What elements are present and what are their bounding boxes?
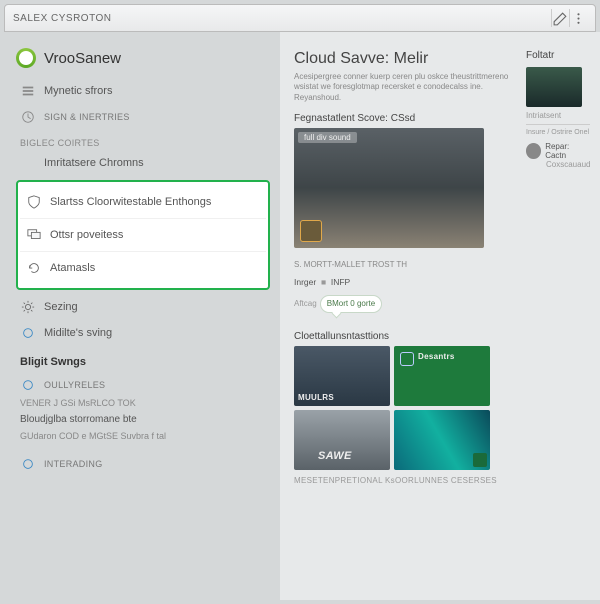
- lock-icon: [400, 352, 414, 366]
- sidebar-item-oully[interactable]: OULLYRELES: [16, 372, 270, 398]
- sidebar-item-label: OULLYRELES: [44, 380, 105, 390]
- refresh-icon: [26, 260, 42, 276]
- cloud-bubble[interactable]: BMort 0 gorte: [320, 295, 382, 313]
- attach-row: Aftcag BMort 0 gorte: [294, 291, 520, 313]
- sidebar-item-mynetic[interactable]: Mynetic sfrors: [16, 78, 270, 104]
- footer-line: VENER J GSi MsRLCO TOK: [20, 398, 266, 408]
- sidebar-item-label: Slartss Cloorwitestable Enthongs: [50, 196, 211, 208]
- sidebar-item-label: Sezing: [44, 301, 78, 313]
- subheading: Fegnastatlent Scove: CSsd: [294, 113, 520, 124]
- game-thumbnail[interactable]: SAWE: [294, 410, 390, 470]
- sidebar-item-label: SIGN & INERTRIES: [44, 112, 130, 122]
- page-description: Acesipergree conner kuerp ceren plu oskc…: [294, 72, 520, 103]
- meta-row: Inrger ■ INFP: [294, 277, 520, 287]
- hero-image[interactable]: full div sound: [294, 128, 484, 248]
- brand[interactable]: VrooSanew: [16, 48, 270, 68]
- main-layout: VrooSanew Mynetic sfrors SIGN & INERTRIE…: [0, 32, 600, 600]
- thumb-caption: SAWE: [318, 450, 352, 462]
- thumbnail-grid: MUULRS Desantrs SAWE: [294, 346, 494, 470]
- thumb-caption: MUULRS: [298, 393, 334, 402]
- meta-label: Inrger: [294, 277, 316, 287]
- hero-badge-icon: [300, 220, 322, 242]
- sidebar-item-shield[interactable]: Slartss Cloorwitestable Enthongs: [20, 186, 266, 219]
- sidebar-item-label: Ottsr poveitess: [50, 229, 123, 241]
- gear-icon: [20, 299, 36, 315]
- meta-value: INFP: [331, 277, 350, 287]
- game-thumbnail[interactable]: MUULRS: [294, 346, 390, 406]
- monitor-icon: [26, 227, 42, 243]
- sidebar-item-label: Atamasls: [50, 262, 95, 274]
- right-caption: Intriatsent: [526, 111, 590, 120]
- hero-tag: full div sound: [298, 132, 357, 143]
- section-header: Bligit Swngs: [20, 356, 266, 368]
- sidebar-item-label: Midilte's sving: [44, 327, 112, 339]
- sidebar-item-label: INTERADING: [44, 459, 103, 469]
- right-meta: Insure / Ostrire Onel: [526, 129, 590, 136]
- highlighted-group: Slartss Cloorwitestable Enthongs Ottsr p…: [16, 180, 270, 290]
- sidebar-item-imritat[interactable]: Imritatsere Chromns: [16, 150, 270, 176]
- clock-icon: [20, 109, 36, 125]
- dot-icon: [20, 377, 36, 393]
- game-thumbnail[interactable]: Desantrs: [394, 346, 490, 406]
- thumb-caption: Desantrs: [418, 352, 455, 361]
- xbox-logo-icon: [16, 48, 36, 68]
- content-area: Cloud Savve: Melir Acesipergree conner k…: [280, 32, 600, 600]
- edit-icon[interactable]: [551, 9, 569, 27]
- section-title: Cloettallunsntasttions: [294, 331, 520, 342]
- meta-sep: ■: [321, 277, 326, 287]
- sidebar-item-label: Mynetic sfrors: [44, 85, 112, 97]
- dot-icon: [20, 456, 36, 472]
- sidebar-item-sign[interactable]: SIGN & INERTRIES: [16, 104, 270, 130]
- window-title: SALEX CYSROTON: [13, 13, 551, 24]
- attach-label: Aftcag: [294, 299, 317, 308]
- right-item-sub: Coxscauaud: [546, 160, 590, 169]
- group-label: BIGLEC COIRTES: [20, 138, 266, 148]
- more-icon[interactable]: [569, 9, 587, 27]
- stack-icon: [20, 83, 36, 99]
- divider: [526, 124, 590, 125]
- caption: S. MORTT-MALLET TROST TH: [294, 260, 520, 269]
- right-item[interactable]: Repar: Cactn: [526, 142, 590, 160]
- sidebar-item-midilte[interactable]: Midilte's sving: [16, 320, 270, 346]
- title-bar: SALEX CYSROTON: [4, 4, 596, 32]
- right-column: Foltatr Intriatsent Insure / Ostrire One…: [520, 50, 590, 590]
- avatar-icon: [526, 143, 541, 159]
- footer-line: GUdaron COD e MGtSE Suvbra f tal: [20, 431, 266, 441]
- brand-name: VrooSanew: [44, 50, 121, 67]
- bottom-caption: MESETENPRETIONAL KsOORLUNNES CESERSES: [294, 476, 520, 485]
- sidebar: VrooSanew Mynetic sfrors SIGN & INERTRIE…: [0, 32, 280, 600]
- shield-icon: [26, 194, 42, 210]
- blank-icon: [20, 155, 36, 171]
- sidebar-item-monitor[interactable]: Ottsr poveitess: [20, 219, 266, 252]
- game-thumbnail[interactable]: [394, 410, 490, 470]
- footer-line: Bloudjglba storromane bte: [20, 414, 266, 425]
- mini-badge-icon: [473, 453, 487, 467]
- sidebar-item-refresh[interactable]: Atamasls: [20, 252, 266, 284]
- content-main: Cloud Savve: Melir Acesipergree conner k…: [294, 50, 520, 590]
- page-title: Cloud Savve: Melir: [294, 50, 520, 68]
- right-item-label: Repar: Cactn: [545, 142, 590, 160]
- sidebar-item-sezing[interactable]: Sezing: [16, 294, 270, 320]
- right-header: Foltatr: [526, 50, 590, 61]
- right-thumbnail[interactable]: [526, 67, 582, 107]
- sidebar-item-interading[interactable]: INTERADING: [16, 451, 270, 477]
- circle-icon: [20, 325, 36, 341]
- sidebar-item-label: Imritatsere Chromns: [44, 157, 144, 169]
